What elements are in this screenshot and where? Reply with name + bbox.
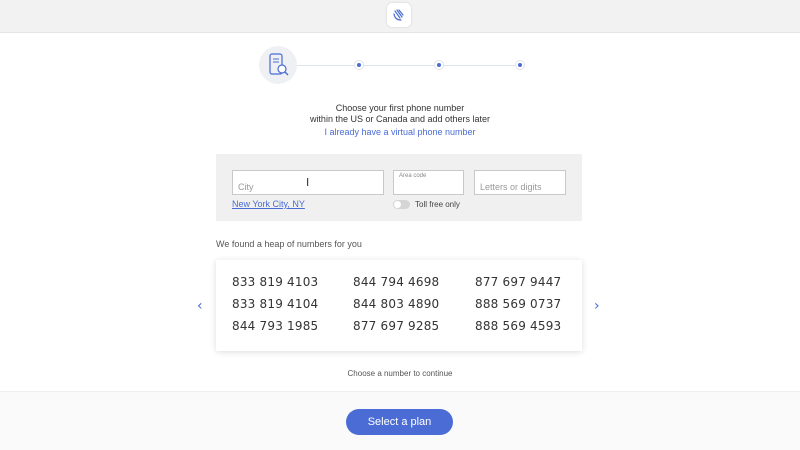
- toggle-knob: [394, 201, 401, 208]
- results-heading: We found a heap of numbers for you: [216, 239, 362, 249]
- phone-number-option[interactable]: 888 569 4593: [475, 319, 561, 333]
- phone-number-option[interactable]: 877 697 9285: [353, 319, 439, 333]
- select-plan-button[interactable]: Select a plan: [346, 409, 453, 435]
- intro-line-2: within the US or Canada and add others l…: [309, 114, 491, 124]
- text-cursor-icon: I: [306, 176, 310, 189]
- toll-free-toggle[interactable]: [393, 200, 410, 209]
- letters-input[interactable]: [475, 171, 565, 194]
- waving-hand-icon[interactable]: [387, 3, 411, 27]
- phone-number-option[interactable]: 833 819 4104: [232, 297, 318, 311]
- area-code-label: Area code: [399, 173, 427, 179]
- top-bar: [0, 0, 800, 33]
- choose-hint: Choose a number to continue: [347, 369, 453, 378]
- chevron-left-icon[interactable]: ‹: [197, 298, 203, 314]
- phone-number-option[interactable]: 833 819 4103: [232, 275, 318, 289]
- area-code-field[interactable]: Area code: [393, 170, 464, 195]
- phone-number-option[interactable]: 844 794 4698: [353, 275, 439, 289]
- step-dot: [434, 60, 444, 70]
- city-suggestion-link[interactable]: New York City, NY: [232, 199, 305, 209]
- phone-search-icon: [259, 46, 297, 84]
- phone-number-option[interactable]: 844 793 1985: [232, 319, 318, 333]
- toll-free-label: Toll free only: [415, 200, 460, 209]
- chevron-right-icon[interactable]: ›: [594, 298, 600, 314]
- stepper-line: [297, 65, 520, 66]
- phone-number-option[interactable]: 877 697 9447: [475, 275, 561, 289]
- step-dot: [354, 60, 364, 70]
- virtual-number-link[interactable]: I already have a virtual phone number: [250, 127, 550, 137]
- phone-number-option[interactable]: 888 569 0737: [475, 297, 561, 311]
- letters-field[interactable]: [474, 170, 566, 195]
- phone-number-option[interactable]: 844 803 4890: [353, 297, 439, 311]
- step-dot: [515, 60, 525, 70]
